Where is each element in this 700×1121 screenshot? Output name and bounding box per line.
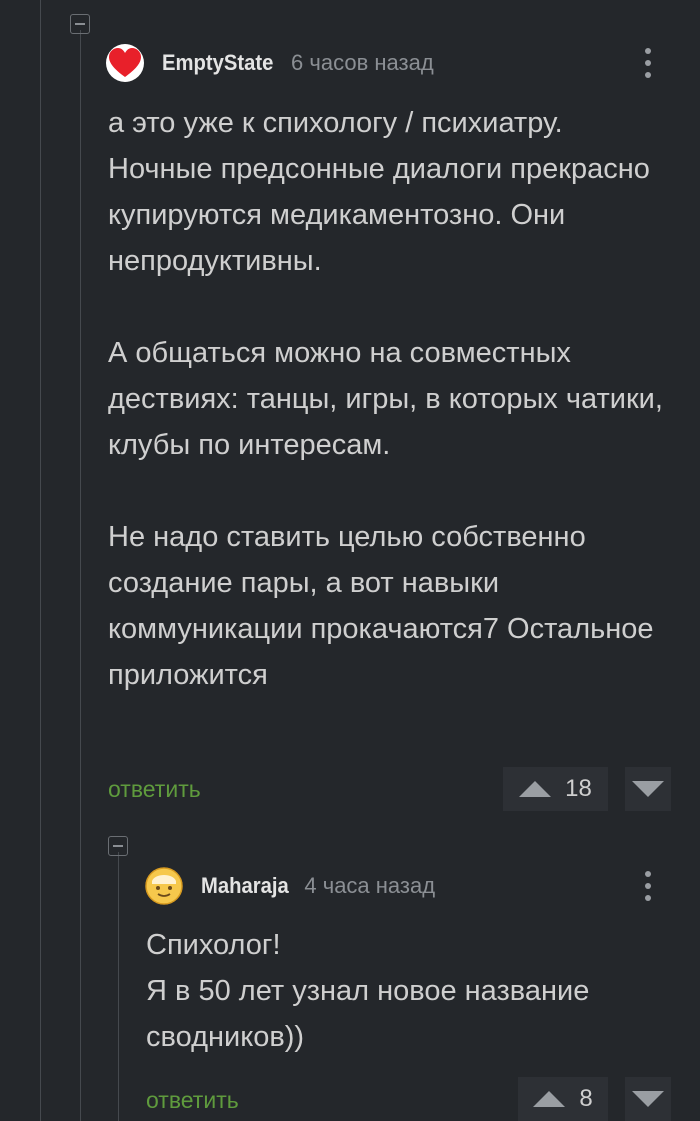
reply-button[interactable]: ответить — [108, 776, 201, 803]
downvote-icon — [632, 781, 664, 797]
downvote-button[interactable] — [625, 1077, 671, 1121]
downvote-button[interactable] — [625, 767, 671, 811]
reply-button[interactable]: ответить — [146, 1087, 239, 1114]
comment-author[interactable]: Maharaja — [201, 873, 289, 899]
comment-time: 6 часов назад — [291, 50, 434, 75]
upvote-button[interactable]: 18 — [503, 767, 608, 811]
rating-value: 8 — [579, 1085, 593, 1112]
collapse-icon[interactable] — [108, 836, 128, 856]
comment-header: EmptyState 6 часов назад — [106, 43, 434, 83]
thread-line — [40, 0, 41, 1121]
comment-author[interactable]: EmptyState — [162, 50, 273, 76]
emoji-avatar-icon[interactable] — [145, 867, 183, 905]
more-icon[interactable] — [644, 48, 652, 78]
comment-text: Спихолог! Я в 50 лет узнал новое названи… — [146, 929, 590, 1053]
more-icon[interactable] — [644, 871, 652, 901]
comment-header: Maharaja 4 часа назад — [145, 866, 435, 906]
comment-time: 4 часа назад — [304, 873, 436, 898]
downvote-icon — [632, 1091, 664, 1107]
rating-value: 18 — [565, 775, 592, 802]
comment-text: а это уже к спихологу / психиатру. Ночны… — [108, 107, 663, 691]
heart-avatar-icon[interactable] — [106, 44, 144, 82]
collapse-icon[interactable] — [70, 14, 90, 34]
upvote-icon — [533, 1091, 566, 1107]
thread-line — [80, 30, 81, 1121]
thread-line — [118, 852, 119, 1121]
upvote-icon — [519, 781, 552, 797]
upvote-button[interactable]: 8 — [518, 1077, 608, 1121]
